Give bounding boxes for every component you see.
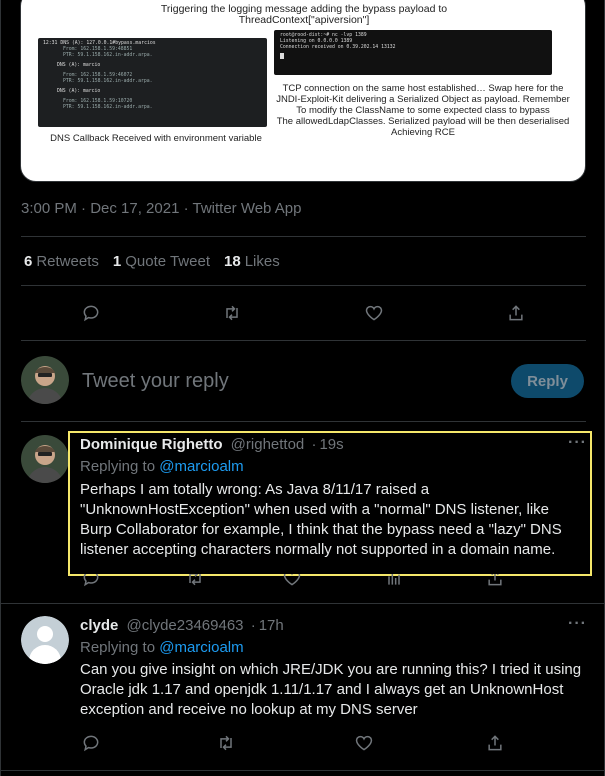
replying-prefix: Replying to [80, 639, 156, 656]
media-caption-left: DNS Callback Received with environment v… [50, 133, 262, 144]
like-button[interactable] [280, 574, 304, 588]
caption-line: TCP connection on the same host establis… [282, 83, 564, 94]
author-handle[interactable]: @clyde23469463 [127, 617, 244, 634]
likes-count: 18 [224, 253, 241, 270]
share-icon [509, 305, 523, 321]
reply-icon [83, 574, 99, 587]
like-button[interactable] [352, 731, 376, 755]
like-icon [283, 574, 301, 586]
share-icon [488, 574, 502, 586]
reply-submit-button[interactable]: Reply [511, 364, 584, 398]
tweet-actions [1, 731, 605, 755]
quotes-count: 1 [112, 253, 122, 270]
caption-line: JNDI-Exploit-Kit delivering a Serialized… [276, 94, 570, 105]
user-photo-icon [21, 356, 69, 404]
divider [21, 421, 586, 422]
dns-terminal: 12:31 DNS (A): 127.0.0.1#bypass.marcios … [38, 38, 267, 127]
reply-button[interactable] [79, 731, 103, 755]
tweet-media-image[interactable]: Triggering the logging message adding th… [20, 0, 586, 182]
avatar[interactable] [21, 356, 69, 404]
reply-button[interactable] [79, 574, 103, 588]
highlight-box [68, 431, 592, 576]
like-button[interactable] [362, 301, 386, 325]
reply-button[interactable] [79, 301, 103, 325]
caption-line: To modify the ClassName to some expected… [296, 105, 550, 116]
divider [21, 285, 586, 286]
default-avatar-icon [21, 616, 69, 664]
caption-line: Achieving RCE [391, 127, 455, 138]
like-icon [365, 305, 383, 321]
tweet-text: Can you give insight on which JRE/JDK yo… [80, 660, 595, 720]
retweets-label: Retweets [36, 253, 99, 270]
divider [21, 236, 586, 237]
tweet-actions [1, 574, 605, 588]
user-photo-icon [21, 435, 69, 483]
tweet-text-line: Can you give insight on which JRE/JDK yo… [80, 661, 582, 678]
mention-link[interactable]: @marcioalm [159, 639, 243, 656]
analytics-button[interactable] [382, 574, 406, 588]
retweet-icon [189, 574, 201, 586]
like-icon [355, 735, 373, 751]
share-icon [488, 735, 502, 751]
share-button[interactable] [504, 301, 528, 325]
media-caption-top-2: ThreadContext["apiversion"] [238, 14, 370, 26]
divider [21, 340, 586, 341]
reply-icon [83, 305, 99, 322]
retweet-icon [220, 735, 232, 751]
more-icon[interactable]: ··· [568, 615, 587, 633]
retweet-button[interactable] [183, 574, 207, 588]
media-caption-right: TCP connection on the same host establis… [273, 83, 573, 138]
separator-dot: · [250, 617, 256, 634]
tweet-text-line: exception and receive no lookup at my DN… [80, 701, 418, 718]
author-name[interactable]: clyde [80, 617, 118, 634]
tweet-header: clyde @clyde23469463 · 17h [80, 617, 284, 634]
likes-stat[interactable]: 18 Likes [224, 253, 280, 270]
tweet-time[interactable]: 17h [259, 617, 284, 634]
divider [1, 770, 605, 771]
avatar[interactable] [21, 435, 69, 483]
tweet-timestamp[interactable]: 3:00 PM · Dec 17, 2021 · Twitter Web App [21, 200, 301, 217]
terminal-line: Connection received on 0.39.202.14 13132 [280, 45, 396, 50]
share-button[interactable] [483, 731, 507, 755]
retweet-button[interactable] [220, 301, 244, 325]
terminal-cursor [280, 53, 284, 59]
terminal-line: PTR: 59.1.158.162.in-addr.arpa. [63, 105, 153, 110]
tweet-stats: 6 Retweets 1 Quote Tweet 18 Likes [24, 253, 294, 270]
netcat-terminal: root@rood-dist:~# nc -lvp 1389 Listening… [274, 30, 552, 75]
caption-line: The allowedLdapClasses. Serialized paylo… [276, 116, 570, 127]
retweet-icon [226, 305, 238, 321]
replying-to: Replying to @marcioalm [80, 639, 244, 656]
divider [1, 603, 605, 604]
quote-tweets-stat[interactable]: 1 Quote Tweet [113, 253, 210, 270]
reply-input[interactable]: Tweet your reply [82, 370, 229, 393]
analytics-icon [388, 574, 400, 585]
tweet-actions [1, 301, 605, 325]
retweet-button[interactable] [214, 731, 238, 755]
retweets-stat[interactable]: 6 Retweets [24, 253, 99, 270]
retweets-count: 6 [24, 253, 33, 270]
quotes-label: Quote Tweet [125, 253, 210, 270]
timeline-column: Triggering the logging message adding th… [0, 0, 605, 776]
tweet-text-line: Oracle jdk 1.17 and openjdk 1.11/1.17 an… [80, 681, 564, 698]
reply-icon [83, 735, 99, 752]
likes-label: Likes [244, 253, 280, 270]
share-button[interactable] [483, 574, 507, 588]
avatar[interactable] [21, 616, 69, 664]
